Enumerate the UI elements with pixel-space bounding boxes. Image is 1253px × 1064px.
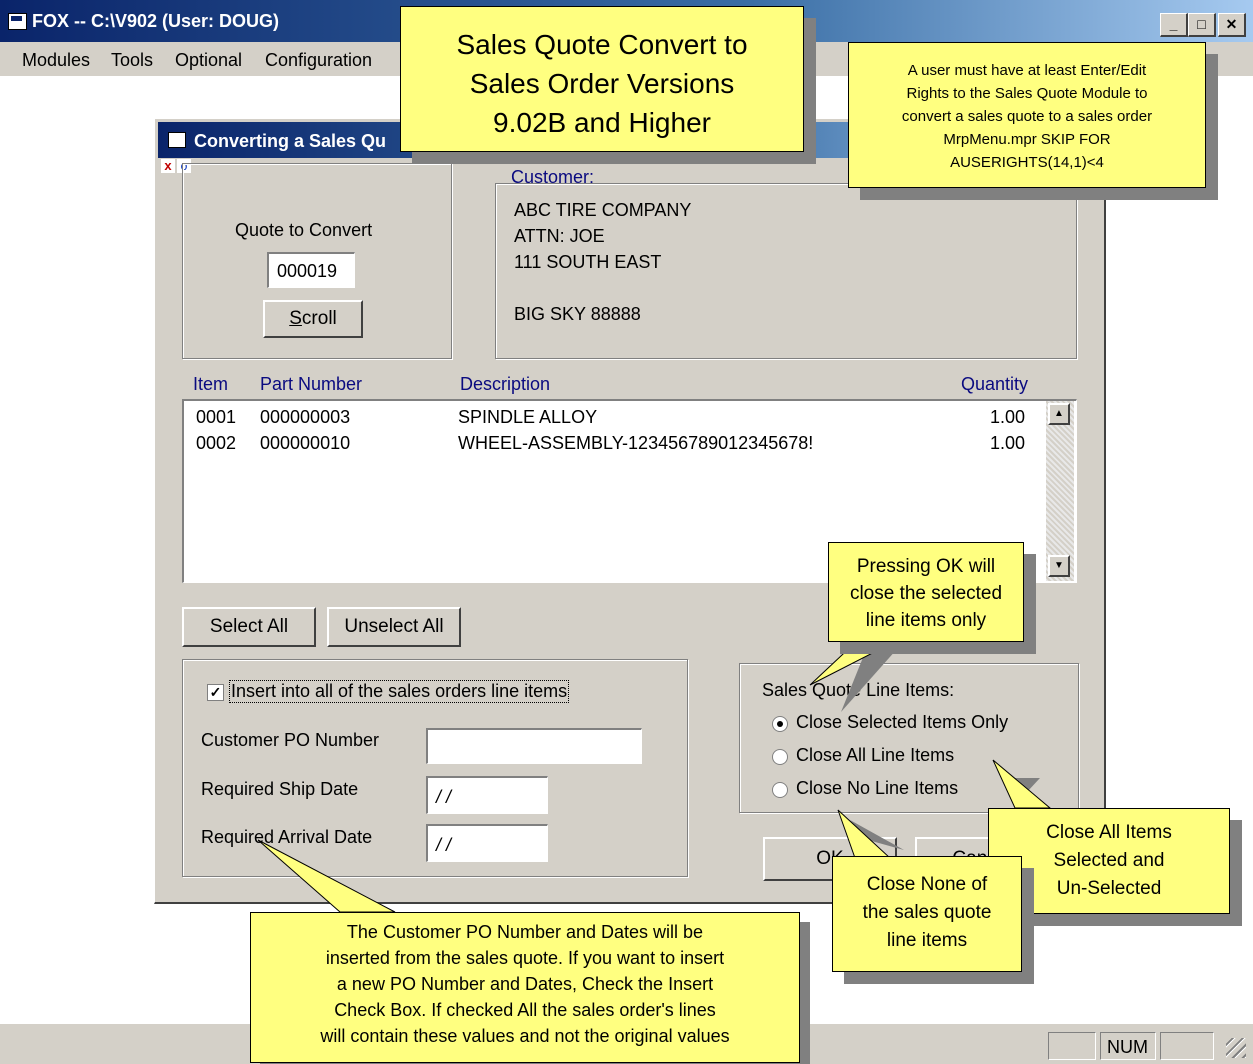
rights-callout-line: A user must have at least Enter/Edit (907, 62, 1147, 79)
title-callout-line: 9.02B and Higher (493, 107, 711, 138)
pressing-ok-line: close the selected (849, 583, 1003, 604)
close-none-callout: Close None of the sales quote line items (832, 856, 1022, 972)
title-callout-line: Sales Order Versions (469, 68, 735, 99)
rights-callout-line: MrpMenu.mpr SKIP FOR (943, 131, 1111, 148)
close-all-line: Selected and (1053, 850, 1165, 871)
rights-callout: A user must have at least Enter/Edit Rig… (848, 42, 1206, 188)
close-none-line: the sales quote (862, 902, 992, 923)
po-dates-pointer (257, 839, 396, 913)
po-dates-line: inserted from the sales quote. If you wa… (325, 948, 725, 968)
rights-callout-line: Rights to the Sales Quote Module to (906, 85, 1148, 102)
rights-callout-line: AUSERIGHTS(14,1)<4 (950, 154, 1104, 171)
close-none-line: Close None of (866, 874, 988, 895)
po-dates-line: The Customer PO Number and Dates will be (346, 922, 704, 942)
po-dates-line: Check Box. If checked All the sales orde… (334, 1000, 716, 1020)
po-dates-line: a new PO Number and Dates, Check the Ins… (336, 974, 714, 994)
close-all-line: Un-Selected (1056, 878, 1162, 899)
close-none-pointer (837, 809, 892, 859)
pressing-ok-line: Pressing OK will (856, 556, 996, 577)
close-all-callout: Close All Items Selected and Un-Selected (988, 808, 1230, 914)
pressing-ok-line: line items only (865, 610, 987, 631)
rights-callout-line: convert a sales quote to a sales order (901, 108, 1153, 125)
po-dates-line: will contain these values and not the or… (320, 1026, 730, 1046)
title-callout-line: Sales Quote Convert to (456, 29, 748, 60)
close-all-line: Close All Items (1046, 822, 1172, 843)
title-callout: Sales Quote Convert to Sales Order Versi… (400, 6, 804, 152)
po-dates-callout: The Customer PO Number and Dates will be… (250, 912, 800, 1063)
close-none-line: line items (886, 930, 968, 951)
close-all-pointer (992, 759, 1052, 809)
pressing-ok-callout: Pressing OK will close the selected line… (828, 542, 1024, 642)
